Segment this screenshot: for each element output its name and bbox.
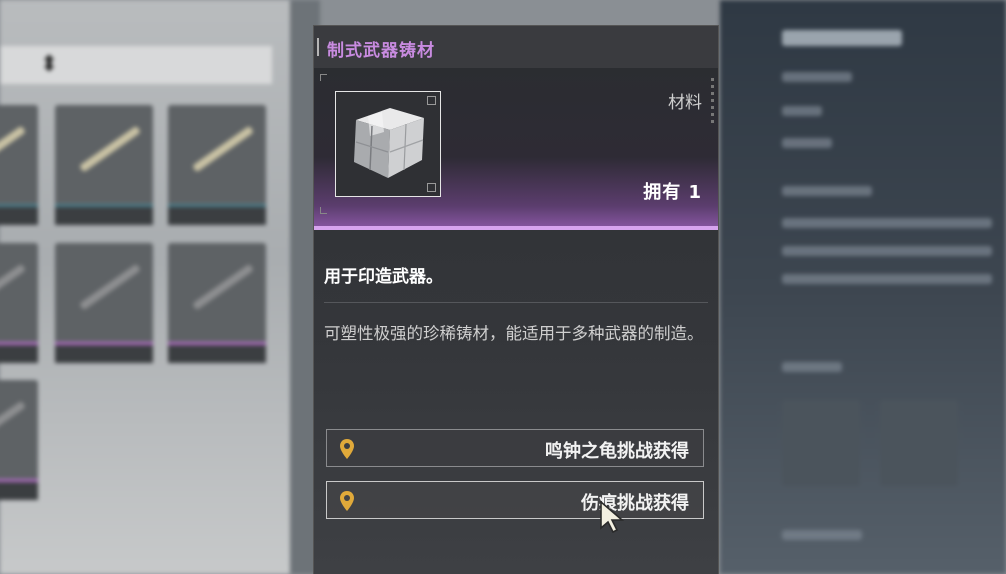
- location-pin-icon: [339, 438, 355, 464]
- item-short-description: 用于印造武器。: [324, 267, 443, 287]
- item-icon-frame: [335, 91, 441, 197]
- owned-count: 拥有 1: [643, 182, 702, 203]
- mouse-cursor-icon: [598, 500, 626, 538]
- item-lore-description: 可塑性极强的珍稀铸材，能适用于多种武器的制造。: [324, 324, 704, 343]
- source-label: 鸣钟之龟挑战获得: [545, 441, 689, 462]
- scroll-indicator: [711, 78, 714, 126]
- source-button-scar[interactable]: 伤痕挑战获得: [326, 481, 704, 519]
- panel-header: 制式武器铸材: [314, 26, 718, 68]
- item-name: 制式武器铸材: [327, 41, 435, 61]
- metal-cube-icon: [348, 102, 428, 188]
- weapon-grid-background: ⬍: [0, 0, 313, 574]
- source-button-bell-turtle[interactable]: 鸣钟之龟挑战获得: [326, 429, 704, 467]
- location-pin-icon: [339, 490, 355, 516]
- header-accent: [317, 38, 319, 56]
- weapon-detail-background: [720, 0, 1006, 574]
- item-hero: 材料 拥有 1: [314, 68, 718, 230]
- sort-icon: ⬍: [40, 52, 59, 77]
- item-detail-panel: 制式武器铸材 材料 拥有 1 用于印造武器。 可塑性极强的珍稀铸材，能适用于多种…: [313, 25, 719, 574]
- rarity-bar: [314, 226, 718, 230]
- divider: [324, 302, 708, 303]
- item-type: 材料: [668, 93, 702, 113]
